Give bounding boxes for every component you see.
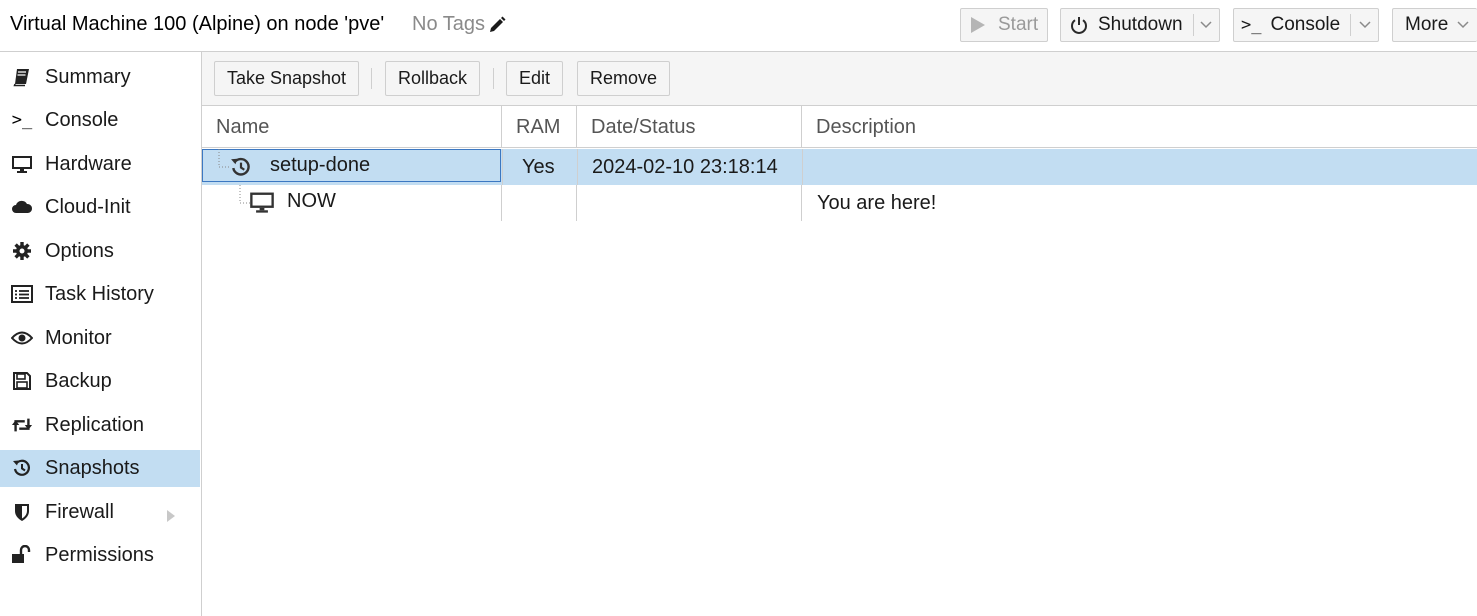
history-icon [11, 457, 33, 479]
shield-icon [11, 501, 33, 523]
more-button[interactable]: More [1392, 8, 1477, 42]
eye-icon [11, 327, 33, 349]
snapshot-name: setup-done [270, 153, 371, 176]
start-button[interactable]: Start [960, 8, 1048, 42]
start-label: Start [998, 14, 1039, 35]
table-row[interactable]: setup-done Yes 2024-02-10 23:18:14 [202, 149, 1477, 185]
sidebar-item-label: Backup [45, 370, 112, 392]
desktop-icon [249, 190, 275, 220]
toolbar-separator [371, 68, 372, 89]
sidebar-item-label: Replication [45, 414, 144, 436]
more-label: More [1405, 14, 1449, 35]
chevron-down-icon[interactable] [1351, 20, 1378, 30]
expand-arrow-icon[interactable] [166, 506, 176, 529]
sidebar-item-task-history[interactable]: Task History [0, 276, 200, 313]
column-header-date[interactable]: Date/Status [577, 106, 802, 148]
desktop-icon [11, 153, 33, 175]
remove-button[interactable]: Remove [577, 61, 670, 96]
sidebar-item-label: Firewall [45, 501, 114, 523]
console-label: Console [1270, 14, 1341, 35]
snapshot-ram: Yes [522, 155, 555, 178]
sidebar-item-replication[interactable]: Replication [0, 407, 200, 444]
retweet-icon [11, 414, 33, 436]
toolbar-separator [493, 68, 494, 89]
vm-header: Virtual Machine 100 (Alpine) on node 'pv… [0, 0, 1477, 52]
rollback-button[interactable]: Rollback [385, 61, 480, 96]
column-divider [802, 149, 803, 185]
sidebar-item-hardware[interactable]: Hardware [0, 146, 200, 183]
sidebar-item-summary[interactable]: Summary [0, 59, 200, 96]
terminal-icon: >_ [11, 110, 33, 130]
shutdown-button[interactable]: Shutdown [1060, 8, 1220, 42]
snapshot-date: 2024-02-10 23:18:14 [592, 155, 778, 178]
terminal-icon: >_ [1241, 15, 1262, 35]
sidebar-item-label: Monitor [45, 327, 112, 349]
pencil-icon[interactable] [488, 16, 506, 34]
shutdown-label: Shutdown [1098, 14, 1183, 35]
sidebar-item-firewall[interactable]: Firewall [0, 494, 200, 531]
table-row[interactable]: NOW You are here! [202, 185, 1477, 221]
snapshot-toolbar: Take Snapshot Rollback Edit Remove [202, 52, 1477, 106]
edit-button[interactable]: Edit [506, 61, 563, 96]
sidebar-item-snapshots[interactable]: Snapshots [0, 450, 200, 487]
sidebar: Summary >_ Console Hardware Cloud-Init O… [0, 52, 202, 616]
sidebar-item-label: Permissions [45, 544, 154, 566]
list-icon [11, 283, 33, 305]
tags-area[interactable]: No Tags [412, 13, 506, 36]
snapshots-panel: Take Snapshot Rollback Edit Remove Name … [202, 52, 1477, 616]
grid-header: Name RAM Date/Status Description [202, 106, 1477, 148]
sidebar-item-monitor[interactable]: Monitor [0, 320, 200, 357]
column-header-name[interactable]: Name [202, 106, 502, 148]
sidebar-item-options[interactable]: Options [0, 233, 200, 270]
sidebar-item-label: Snapshots [45, 457, 140, 479]
snapshot-name: NOW [287, 189, 336, 212]
sidebar-item-console[interactable]: >_ Console [0, 102, 200, 139]
sidebar-item-label: Console [45, 109, 119, 131]
sidebar-item-label: Cloud-Init [45, 196, 131, 218]
column-divider [577, 149, 578, 185]
vm-title: Virtual Machine 100 (Alpine) on node 'pv… [10, 13, 385, 35]
sidebar-item-label: Summary [45, 66, 131, 88]
tags-label: No Tags [412, 13, 486, 35]
play-icon [970, 16, 986, 34]
take-snapshot-button[interactable]: Take Snapshot [214, 61, 359, 96]
power-icon [1070, 16, 1088, 34]
sidebar-item-label: Hardware [45, 153, 132, 175]
snapshot-description: You are here! [817, 191, 937, 214]
history-icon [230, 156, 252, 184]
sidebar-item-label: Options [45, 240, 114, 262]
gear-icon [11, 240, 33, 262]
sidebar-item-backup[interactable]: Backup [0, 363, 200, 400]
chevron-down-icon[interactable] [1448, 20, 1477, 30]
column-divider [502, 149, 503, 185]
sidebar-item-label: Task History [45, 283, 154, 305]
tree-connector [218, 149, 229, 168]
sidebar-item-cloud-init[interactable]: Cloud-Init [0, 189, 200, 226]
unlock-icon [11, 544, 33, 566]
cloud-icon [11, 196, 33, 218]
column-header-ram[interactable]: RAM [502, 106, 577, 148]
chevron-down-icon[interactable] [1193, 20, 1219, 30]
book-icon [11, 66, 33, 88]
console-button[interactable]: >_ Console [1233, 8, 1379, 42]
sidebar-item-permissions[interactable]: Permissions [0, 537, 200, 574]
column-header-description[interactable]: Description [802, 106, 1477, 148]
floppy-icon [11, 370, 33, 392]
